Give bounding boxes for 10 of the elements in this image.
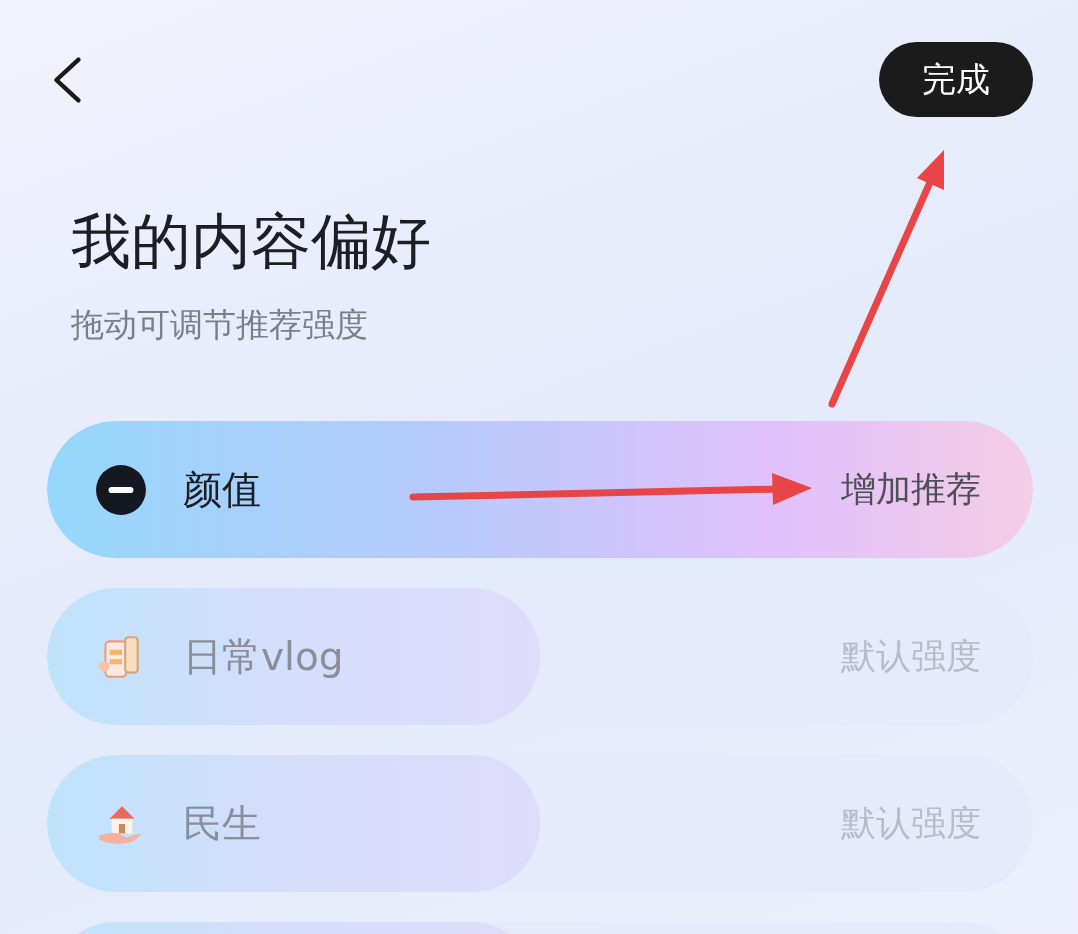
page-subtitle: 拖动可调节推荐强度: [71, 304, 369, 346]
preference-slider[interactable]: 颜值 增加推荐: [47, 421, 1033, 558]
page-title: 我的内容偏好: [71, 205, 432, 278]
preference-label: 颜值: [183, 465, 261, 514]
preference-label: 日常vlog: [183, 632, 344, 681]
done-button[interactable]: 完成: [879, 42, 1033, 117]
back-icon[interactable]: [52, 54, 82, 105]
minus-icon[interactable]: [95, 463, 147, 516]
strength-reading: 增加推荐: [841, 468, 981, 511]
preference-label: 民生: [183, 799, 261, 848]
